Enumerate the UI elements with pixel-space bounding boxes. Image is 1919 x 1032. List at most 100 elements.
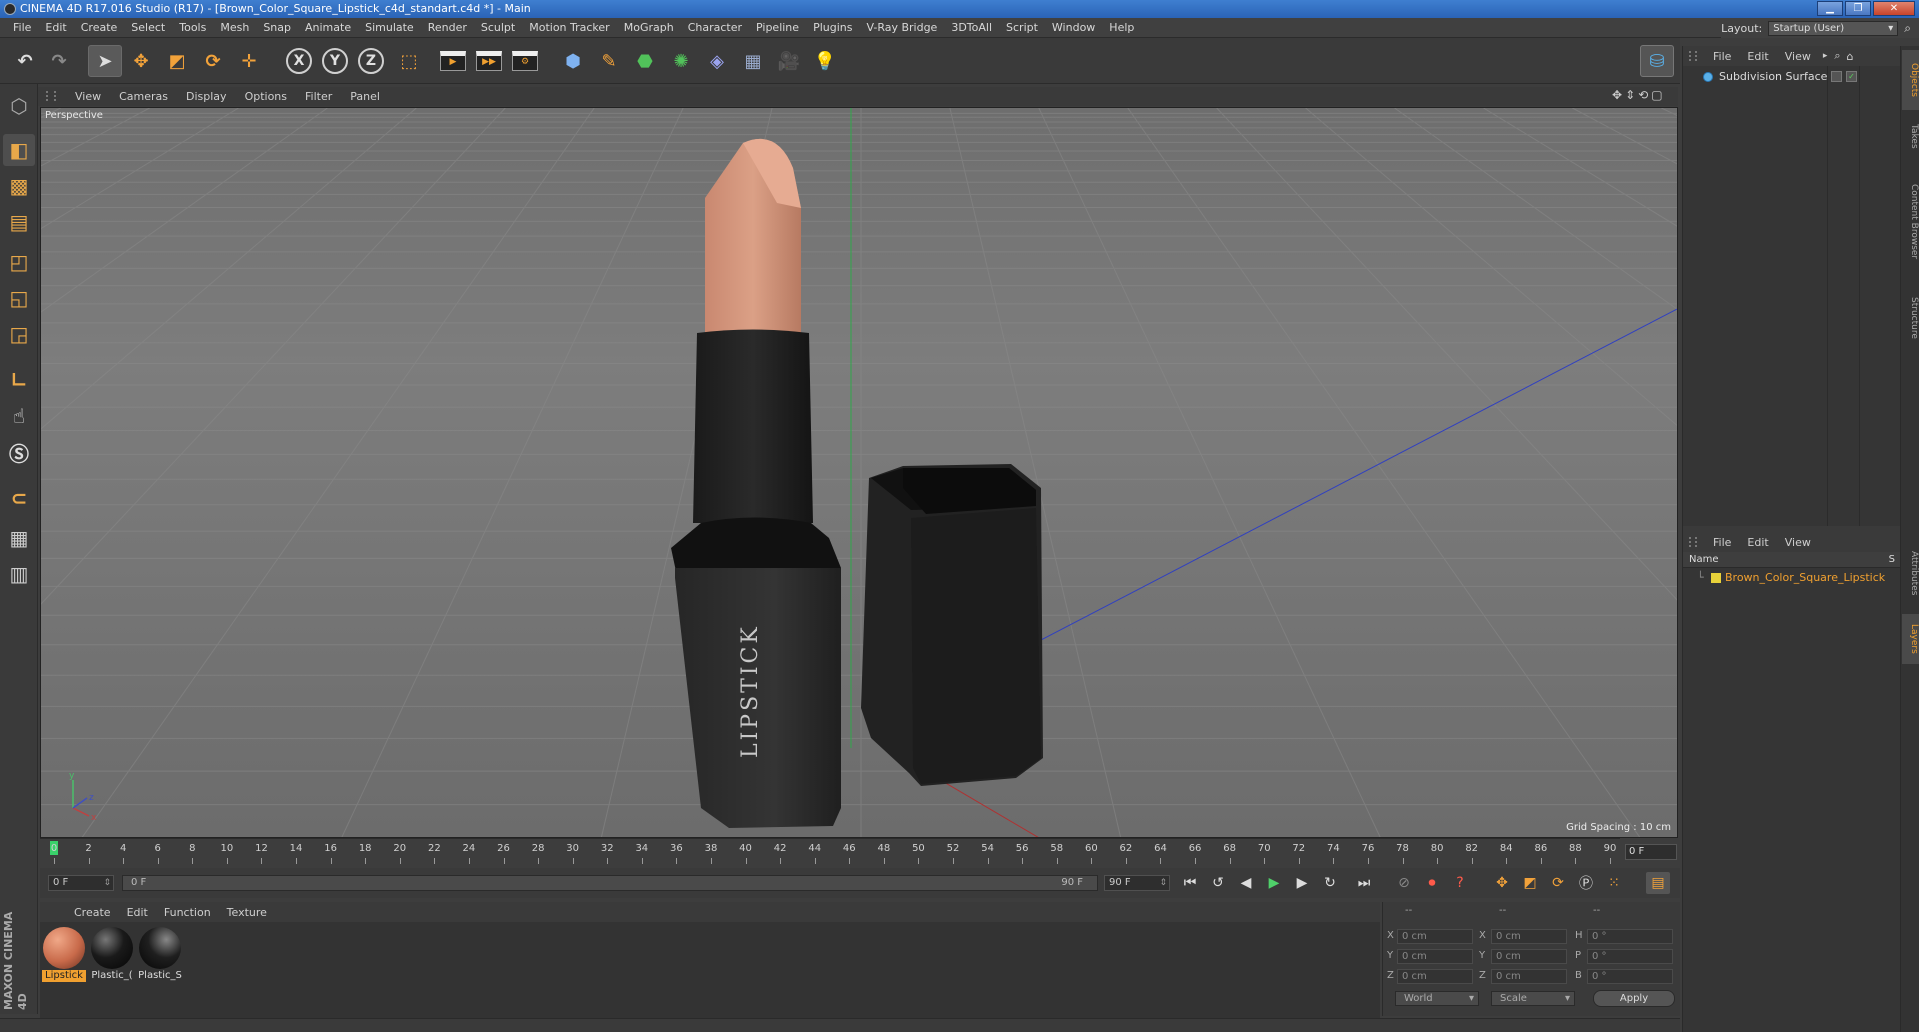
position-x-field[interactable]: 0 cm: [1397, 929, 1473, 944]
rotation-b-field[interactable]: 0 °: [1587, 969, 1673, 984]
material-menu-create[interactable]: Create: [66, 906, 119, 919]
menu-plugins[interactable]: Plugins: [806, 21, 859, 34]
material-lipstick[interactable]: Lipstick: [42, 926, 86, 984]
key-param-icon[interactable]: Ⓟ: [1574, 872, 1598, 894]
material-plastic-1[interactable]: Plastic_(: [90, 926, 134, 984]
dolly-view-icon[interactable]: ⇕: [1625, 88, 1635, 102]
array-mograph-icon[interactable]: ✺: [664, 45, 698, 77]
menu-create[interactable]: Create: [74, 21, 125, 34]
subdivision-nurbs-icon[interactable]: ⬣: [628, 45, 662, 77]
home-icon[interactable]: ⌂: [1844, 50, 1857, 63]
layer-row[interactable]: └ Brown_Color_Square_Lipstick: [1683, 570, 1901, 586]
tab-objects[interactable]: Objects: [1902, 50, 1919, 110]
edges-mode-icon[interactable]: ◱: [3, 282, 35, 314]
key-rotation-icon[interactable]: ⟳: [1546, 872, 1570, 894]
snap-icon[interactable]: Ⓢ: [3, 436, 35, 468]
object-menu-edit[interactable]: Edit: [1739, 50, 1776, 63]
transform-icon[interactable]: ✛: [232, 45, 266, 77]
apply-button[interactable]: Apply: [1593, 990, 1675, 1007]
light-icon[interactable]: 💡: [808, 45, 842, 77]
menu-render[interactable]: Render: [421, 21, 474, 34]
menu-script[interactable]: Script: [999, 21, 1045, 34]
current-frame-field[interactable]: 0 F: [1625, 844, 1677, 860]
size-x-field[interactable]: 0 cm: [1491, 929, 1567, 944]
key-pla-icon[interactable]: ⁙: [1602, 872, 1626, 894]
viewport-menu-options[interactable]: Options: [236, 90, 296, 103]
rotation-p-field[interactable]: 0 °: [1587, 949, 1673, 964]
orbit-view-icon[interactable]: ⟲: [1638, 88, 1648, 102]
previous-frame-icon[interactable]: ◀: [1234, 872, 1258, 894]
deformer-icon[interactable]: ◈: [700, 45, 734, 77]
model-mode-icon[interactable]: ◧: [3, 134, 35, 166]
toggle-view-icon[interactable]: ▢: [1651, 88, 1662, 102]
coordinate-mode-dropdown[interactable]: World: [1395, 991, 1479, 1006]
close-button[interactable]: ✕: [1873, 1, 1915, 16]
search-icon[interactable]: ⌕: [1904, 21, 1911, 36]
menu-animate[interactable]: Animate: [298, 21, 358, 34]
workplane-icon[interactable]: ▤: [3, 206, 35, 238]
camera-icon[interactable]: 🎥: [772, 45, 806, 77]
menu-file[interactable]: File: [6, 21, 38, 34]
go-to-start-icon[interactable]: ⏮: [1178, 872, 1202, 894]
previous-key-icon[interactable]: ↺: [1206, 872, 1230, 894]
record-keys-icon[interactable]: ⊘: [1392, 872, 1416, 894]
pan-view-icon[interactable]: ✥: [1612, 88, 1622, 102]
render-settings-icon[interactable]: ⚙: [508, 45, 542, 77]
start-frame-field[interactable]: 0 F: [48, 875, 114, 891]
material-plastic-2[interactable]: Plastic_S: [138, 926, 182, 984]
material-menu-texture[interactable]: Texture: [219, 906, 275, 919]
enabled-check-icon[interactable]: ✓: [1846, 71, 1857, 82]
viewport-menu-display[interactable]: Display: [177, 90, 236, 103]
layer-menu-file[interactable]: File: [1705, 536, 1739, 549]
menu-pipeline[interactable]: Pipeline: [749, 21, 806, 34]
make-editable-icon[interactable]: ⬡: [3, 90, 35, 122]
menu-help[interactable]: Help: [1102, 21, 1141, 34]
layer-menu-edit[interactable]: Edit: [1739, 536, 1776, 549]
search-icon[interactable]: ⌕: [1831, 49, 1843, 63]
scale-icon[interactable]: ◩: [160, 45, 194, 77]
go-to-end-icon[interactable]: ⏭: [1352, 872, 1376, 894]
next-frame-icon[interactable]: ▶: [1290, 872, 1314, 894]
tab-content-browser[interactable]: Content Browser: [1902, 162, 1919, 282]
perspective-viewport[interactable]: LIPSTICK y x z Perspective Grid Spacing …: [40, 107, 1678, 838]
redo-icon[interactable]: ↷: [42, 45, 76, 77]
polygons-mode-icon[interactable]: ◲: [3, 318, 35, 350]
timeline-ruler[interactable]: 0 2 4 6 8 10 12 14 16 18 20 22 24 26 28 30 32 34 36 38 40 42 4…: [40, 838, 1620, 868]
viewport-menu-view[interactable]: View: [66, 90, 110, 103]
axis-z-button[interactable]: Z: [354, 45, 388, 77]
move-icon[interactable]: ✥: [124, 45, 158, 77]
minimize-button[interactable]: ▁: [1817, 1, 1843, 16]
object-menu-file[interactable]: File: [1705, 50, 1739, 63]
position-z-field[interactable]: 0 cm: [1397, 969, 1473, 984]
render-picture-viewer-icon[interactable]: ▶▶: [472, 45, 506, 77]
layer-menu-view[interactable]: View: [1777, 536, 1819, 549]
play-icon[interactable]: ▶: [1262, 872, 1286, 894]
keyframe-selection-icon[interactable]: ?: [1448, 872, 1472, 894]
axis-y-button[interactable]: Y: [318, 45, 352, 77]
maximize-button[interactable]: ❐: [1845, 1, 1871, 16]
viewport-menu-panel[interactable]: Panel: [341, 90, 389, 103]
object-row-subdivision-surface[interactable]: Subdivision Surface ✓: [1683, 68, 1901, 86]
key-position-icon[interactable]: ✥: [1490, 872, 1514, 894]
more-arrow-icon[interactable]: ▸: [1819, 51, 1832, 61]
tab-attributes[interactable]: Attributes: [1902, 536, 1919, 610]
python-icon[interactable]: ⛁: [1640, 45, 1674, 77]
undo-icon[interactable]: ↶: [8, 45, 42, 77]
menu-character[interactable]: Character: [681, 21, 749, 34]
menu-motion-tracker[interactable]: Motion Tracker: [522, 21, 616, 34]
menu-3dtoall[interactable]: 3DToAll: [944, 21, 999, 34]
preview-range-slider[interactable]: 0 F 90 F: [122, 875, 1098, 891]
material-menu-function[interactable]: Function: [156, 906, 219, 919]
object-menu-view[interactable]: View: [1777, 50, 1819, 63]
position-y-field[interactable]: 0 cm: [1397, 949, 1473, 964]
planar-workplane-icon[interactable]: ▥: [3, 558, 35, 590]
menu-mesh[interactable]: Mesh: [213, 21, 256, 34]
size-mode-dropdown[interactable]: Scale: [1491, 991, 1575, 1006]
floor-scene-icon[interactable]: ▦: [736, 45, 770, 77]
cube-primitive-icon[interactable]: ⬢: [556, 45, 590, 77]
menu-simulate[interactable]: Simulate: [358, 21, 421, 34]
rotation-h-field[interactable]: 0 °: [1587, 929, 1673, 944]
visibility-toggle-icon[interactable]: [1831, 71, 1842, 82]
coordinate-system-icon[interactable]: ⬚: [392, 45, 426, 77]
viewport-menu-filter[interactable]: Filter: [296, 90, 341, 103]
